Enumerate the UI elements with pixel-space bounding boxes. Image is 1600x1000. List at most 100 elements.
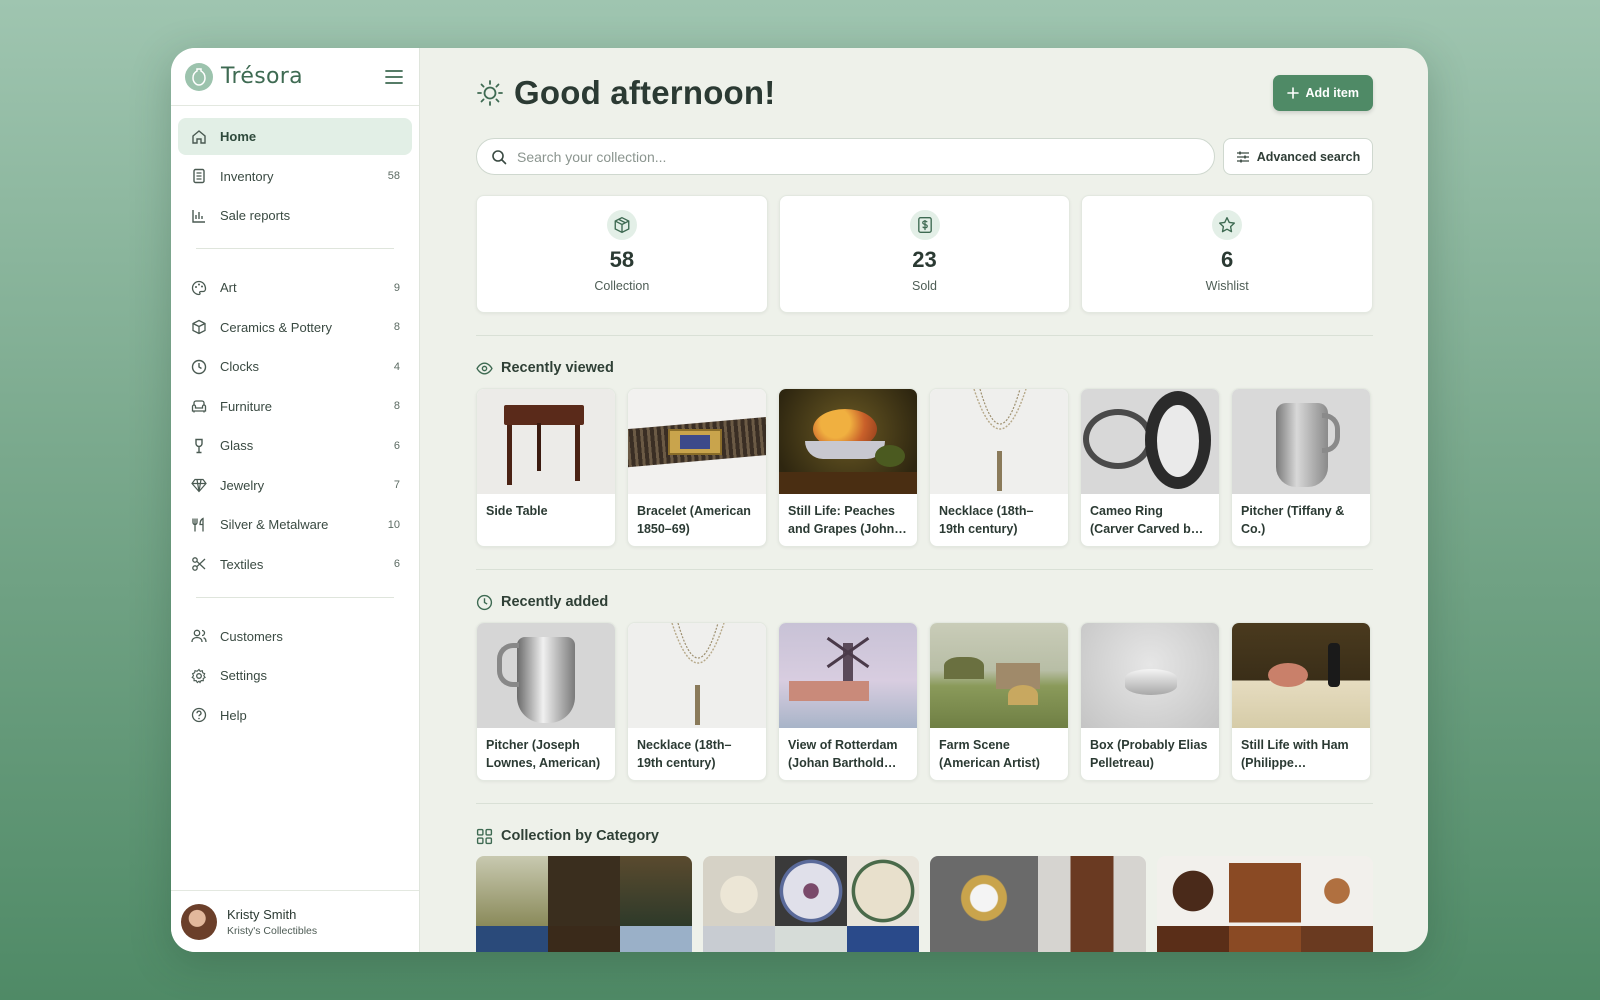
stat-value: 6: [1221, 247, 1234, 272]
sidebar-item-label: Jewelry: [220, 477, 265, 493]
palette-icon: [190, 279, 208, 297]
thumb: [703, 926, 775, 952]
item-image-necklace-2: [628, 623, 766, 728]
sidebar-item-settings[interactable]: Settings: [178, 657, 412, 694]
sidebar-item-clocks[interactable]: Clocks 4: [178, 348, 412, 385]
sidebar-item-art[interactable]: Art 9: [178, 269, 412, 306]
vase-logo-icon: [185, 62, 213, 91]
main-content: Good afternoon! Add item Advanced search…: [420, 48, 1428, 952]
sidebar-item-count: 4: [393, 360, 400, 373]
home-icon: [190, 128, 208, 146]
app-window: Trésora Home Inventory 58 Sale reports A…: [171, 48, 1428, 952]
item-card[interactable]: Bracelet (American 1850–69): [627, 388, 767, 547]
thumb: [476, 926, 548, 952]
sidebar-item-label: Help: [220, 707, 247, 723]
plus-icon: [1286, 87, 1299, 99]
thumb: [476, 856, 548, 926]
item-image-farm-scene: [930, 623, 1068, 728]
nav-divider: [196, 596, 394, 598]
sidebar-item-customers[interactable]: Customers: [178, 618, 412, 655]
add-item-label: Add item: [1305, 86, 1359, 100]
sidebar-item-label: Furniture: [220, 398, 273, 414]
section-divider: [476, 335, 1373, 336]
stat-card-wishlist[interactable]: 6 Wishlist: [1081, 195, 1374, 313]
item-title: View of Rotterdam (Johan Barthold Jongki…: [788, 738, 898, 770]
item-card[interactable]: Side Table: [476, 388, 616, 547]
recently-viewed-list: Side Table Bracelet (American 1850–69) S…: [476, 388, 1373, 547]
sidebar-item-glass[interactable]: Glass 6: [178, 427, 412, 464]
category-tile-clocks[interactable]: [930, 856, 1146, 952]
sidebar-nav: Home Inventory 58 Sale reports Art 9 Cer…: [171, 106, 419, 736]
sidebar-item-ceramics[interactable]: Ceramics & Pottery 8: [178, 309, 412, 346]
advanced-search-button[interactable]: Advanced search: [1223, 138, 1373, 175]
category-tile-ceramics[interactable]: [703, 856, 919, 952]
item-title: Necklace (18th–19th century): [939, 504, 1034, 536]
thumb: [930, 856, 1038, 952]
recently-added-list: Pitcher (Joseph Lownes, American) Neckla…: [476, 622, 1373, 781]
sidebar-item-help[interactable]: Help: [178, 697, 412, 734]
sidebar-item-textiles[interactable]: Textiles 6: [178, 546, 412, 583]
item-card[interactable]: Pitcher (Joseph Lownes, American): [476, 622, 616, 781]
utensils-icon: [190, 516, 208, 534]
search-bar[interactable]: [476, 138, 1215, 175]
item-card[interactable]: Necklace (18th–19th century): [929, 388, 1069, 547]
item-image-side-table: [477, 389, 615, 494]
search-icon: [492, 149, 507, 164]
stat-card-collection[interactable]: 58 Collection: [476, 195, 768, 313]
thumb: [1229, 856, 1301, 926]
item-card[interactable]: Cameo Ring (Carver Carved by William Bel…: [1080, 388, 1220, 547]
star-icon: [1212, 210, 1243, 240]
sidebar-item-count: 6: [393, 558, 400, 570]
item-card[interactable]: Necklace (18th–19th century): [627, 622, 767, 781]
item-image-pitcher-lownes: [477, 623, 615, 728]
sidebar-item-count: 7: [393, 479, 400, 491]
item-image-still-life-ham: [1232, 623, 1370, 728]
search-row: Advanced search: [476, 138, 1373, 175]
grid-icon: [476, 828, 493, 844]
section-title-text: Recently added: [501, 594, 609, 610]
avatar: [181, 903, 217, 940]
stat-label: Collection: [594, 279, 650, 293]
category-tile-furniture[interactable]: [1157, 856, 1373, 952]
hamburger-menu-icon[interactable]: [383, 66, 405, 88]
sun-icon: [477, 80, 503, 106]
sidebar-item-label: Settings: [220, 668, 267, 683]
sidebar-item-count: 6: [393, 439, 400, 452]
sidebar-item-silver[interactable]: Silver & Metalware 10: [178, 506, 412, 543]
page-header: Good afternoon! Add item: [476, 48, 1373, 138]
stat-value: 23: [912, 247, 937, 272]
user-profile[interactable]: Kristy Smith Kristy's Collectibles: [171, 890, 419, 952]
sliders-icon: [1236, 151, 1249, 162]
sidebar-item-furniture[interactable]: Furniture 8: [178, 388, 412, 425]
item-card[interactable]: Still Life: Peaches and Grapes (John Fra…: [778, 388, 918, 547]
brand-name: Trésora: [221, 64, 303, 89]
sidebar-item-jewelry[interactable]: Jewelry 7: [178, 467, 412, 504]
diamond-icon: [190, 476, 208, 494]
sidebar: Trésora Home Inventory 58 Sale reports A…: [171, 48, 420, 952]
sidebar-item-inventory[interactable]: Inventory 58: [178, 158, 412, 195]
thumb: [703, 856, 775, 926]
user-name: Kristy Smith: [227, 906, 297, 922]
section-divider: [476, 803, 1373, 804]
item-image-pitcher-tiffany: [1232, 389, 1370, 494]
item-card[interactable]: Box (Probably Elias Pelletreau): [1080, 622, 1220, 781]
item-card[interactable]: Pitcher (Tiffany & Co.): [1231, 388, 1371, 547]
section-title-recently-viewed: Recently viewed: [476, 356, 1373, 380]
item-title: Side Table: [486, 504, 548, 518]
item-title: Farm Scene (American Artist): [939, 738, 1040, 770]
stat-card-sold[interactable]: 23 Sold: [778, 195, 1071, 313]
sidebar-item-sale-reports[interactable]: Sale reports: [178, 197, 412, 234]
sidebar-item-label: Customers: [220, 628, 283, 644]
add-item-button[interactable]: Add item: [1272, 75, 1373, 111]
clock-icon: [476, 594, 493, 610]
category-tiles: [476, 856, 1373, 952]
item-card[interactable]: Still Life with Ham (Philippe Rousseau): [1231, 622, 1371, 781]
item-card[interactable]: View of Rotterdam (Johan Barthold Jongki…: [778, 622, 918, 781]
thumb: [620, 926, 692, 952]
category-tile-art[interactable]: [476, 856, 692, 952]
sidebar-item-home[interactable]: Home: [178, 118, 412, 155]
item-card[interactable]: Farm Scene (American Artist): [929, 622, 1069, 781]
thumb: [1038, 856, 1146, 952]
gear-icon: [190, 667, 208, 685]
search-input[interactable]: [517, 148, 1200, 165]
